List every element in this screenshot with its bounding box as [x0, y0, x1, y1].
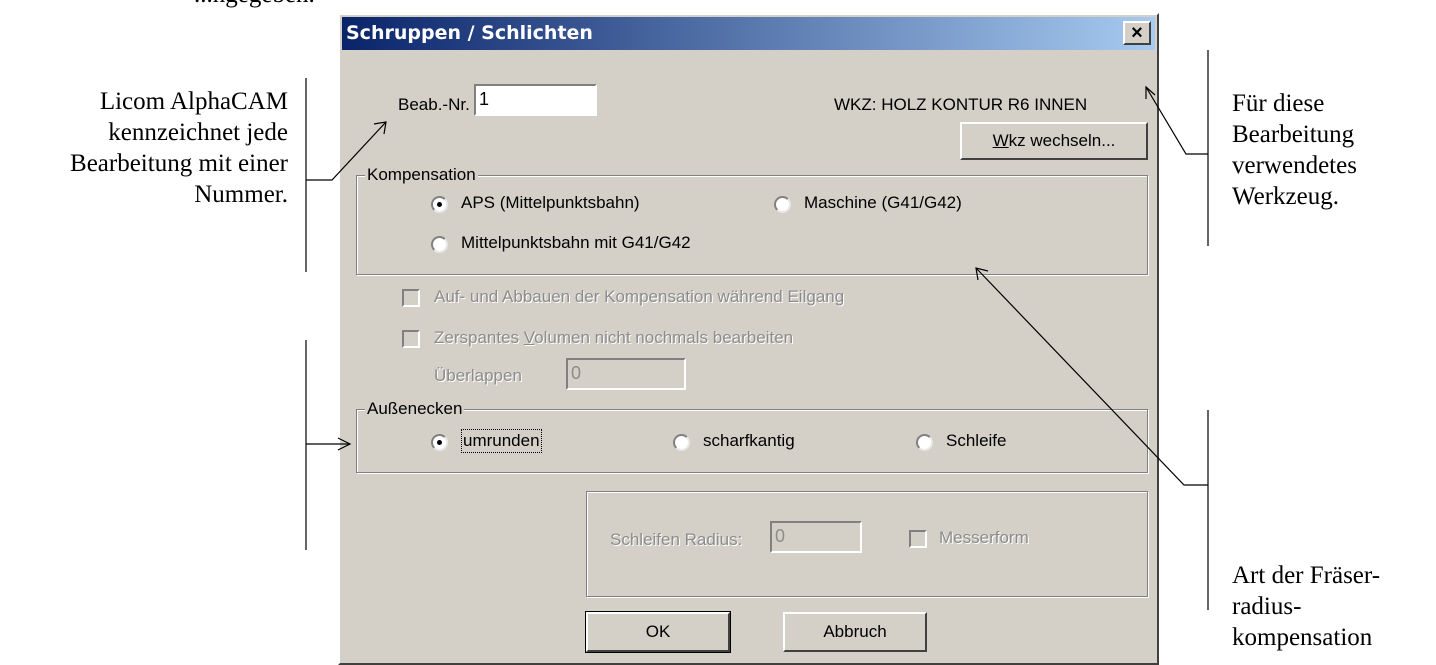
arrow-tool	[1145, 86, 1208, 155]
arrowhead-tool	[1145, 85, 1156, 99]
arrow-compensation	[975, 267, 1208, 486]
arrow-beab-nr	[306, 121, 387, 181]
annotation-lines	[305, 50, 1209, 610]
